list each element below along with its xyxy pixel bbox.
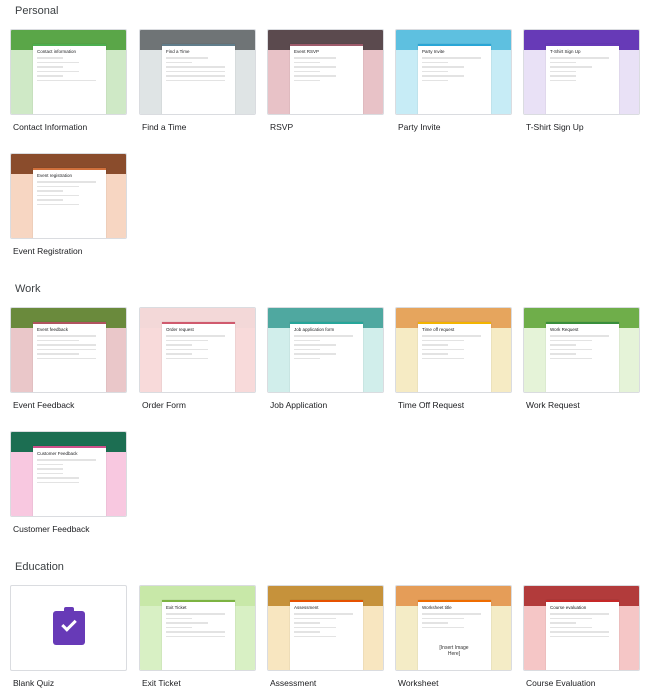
template-label[interactable]: Find a Time	[142, 122, 186, 132]
template-label[interactable]: Job Application	[270, 400, 327, 410]
form-preview: Customer Feedback	[33, 446, 106, 516]
template-label[interactable]: T-Shirt Sign Up	[526, 122, 584, 132]
template-card-time-off-request[interactable]: Time off request	[395, 307, 512, 393]
form-preview-title: Party Invite	[422, 49, 445, 54]
template-label[interactable]: Time Off Request	[398, 400, 464, 410]
form-preview-title: Exit Ticket	[166, 605, 187, 610]
form-preview-title: Customer Feedback	[37, 451, 78, 456]
template-card-order-form[interactable]: Order request	[139, 307, 256, 393]
template-label[interactable]: Contact Information	[13, 122, 87, 132]
form-preview-title: Event feedback	[37, 327, 69, 332]
form-preview: Order request	[162, 322, 235, 392]
form-preview-title: Find a Time	[166, 49, 190, 54]
template-label[interactable]: Course Evaluation	[526, 678, 595, 688]
section-title-work: Work	[15, 283, 41, 295]
template-card-customer-feedback[interactable]: Customer Feedback	[10, 431, 127, 517]
template-label[interactable]: Work Request	[526, 400, 580, 410]
template-label[interactable]: RSVP	[270, 122, 293, 132]
form-preview: Party Invite	[418, 44, 491, 114]
template-card-work-request[interactable]: Work Request	[523, 307, 640, 393]
form-preview-title: Worksheet title	[422, 605, 452, 610]
template-card-exit-ticket[interactable]: Exit Ticket	[139, 585, 256, 671]
form-preview: Assessment	[290, 600, 363, 670]
form-preview-title: Event registration	[37, 173, 73, 178]
template-card-blank-quiz[interactable]	[10, 585, 127, 671]
template-card-event-registration[interactable]: Event registration	[10, 153, 127, 239]
template-label[interactable]: Event Feedback	[13, 400, 74, 410]
form-preview: Course evaluation	[546, 600, 619, 670]
template-label[interactable]: Exit Ticket	[142, 678, 181, 688]
form-preview: Event feedback	[33, 322, 106, 392]
template-card-find-a-time[interactable]: Find a Time	[139, 29, 256, 115]
template-card-party-invite[interactable]: Party Invite	[395, 29, 512, 115]
form-preview-title: Contact information	[37, 49, 77, 54]
form-preview-title: Time off request	[422, 327, 455, 332]
template-card-rsvp[interactable]: Event RSVP	[267, 29, 384, 115]
form-preview: Time off request	[418, 322, 491, 392]
template-card-course-evaluation[interactable]: Course evaluation	[523, 585, 640, 671]
form-preview-title: Job application form	[294, 327, 335, 332]
form-preview: Job application form	[290, 322, 363, 392]
template-label[interactable]: Order Form	[142, 400, 186, 410]
form-preview-title: T-Shirt Sign Up	[550, 49, 581, 54]
template-label[interactable]: Party Invite	[398, 122, 441, 132]
section-title-education: Education	[15, 561, 64, 573]
template-label[interactable]: Assessment	[270, 678, 316, 688]
quiz-icon	[53, 607, 85, 645]
form-preview-title: Event RSVP	[294, 49, 320, 54]
form-preview: Event RSVP	[290, 44, 363, 114]
form-preview: Exit Ticket	[162, 600, 235, 670]
insert-image-placeholder: [Insert Image Here]	[439, 645, 469, 657]
template-label[interactable]: Blank Quiz	[13, 678, 54, 688]
form-preview-title: Course evaluation	[550, 605, 587, 610]
template-label[interactable]: Customer Feedback	[13, 524, 90, 534]
template-card-event-feedback[interactable]: Event feedback	[10, 307, 127, 393]
template-card-contact-information[interactable]: Contact information	[10, 29, 127, 115]
template-card-assessment[interactable]: Assessment	[267, 585, 384, 671]
template-card-job-application[interactable]: Job application form	[267, 307, 384, 393]
form-preview: Work Request	[546, 322, 619, 392]
template-card-t-shirt-sign-up[interactable]: T-Shirt Sign Up	[523, 29, 640, 115]
form-preview-title: Work Request	[550, 327, 579, 332]
form-preview: T-Shirt Sign Up	[546, 44, 619, 114]
form-preview: Find a Time	[162, 44, 235, 114]
template-label[interactable]: Event Registration	[13, 246, 82, 256]
form-preview: Worksheet title	[418, 600, 491, 670]
section-title-personal: Personal	[15, 5, 59, 17]
form-preview: Event registration	[33, 168, 106, 238]
template-card-worksheet[interactable]: Worksheet title [Insert Image Here]	[395, 585, 512, 671]
form-preview: Contact information	[33, 44, 106, 114]
form-preview-title: Assessment	[294, 605, 319, 610]
template-label[interactable]: Worksheet	[398, 678, 438, 688]
form-preview-title: Order request	[166, 327, 194, 332]
